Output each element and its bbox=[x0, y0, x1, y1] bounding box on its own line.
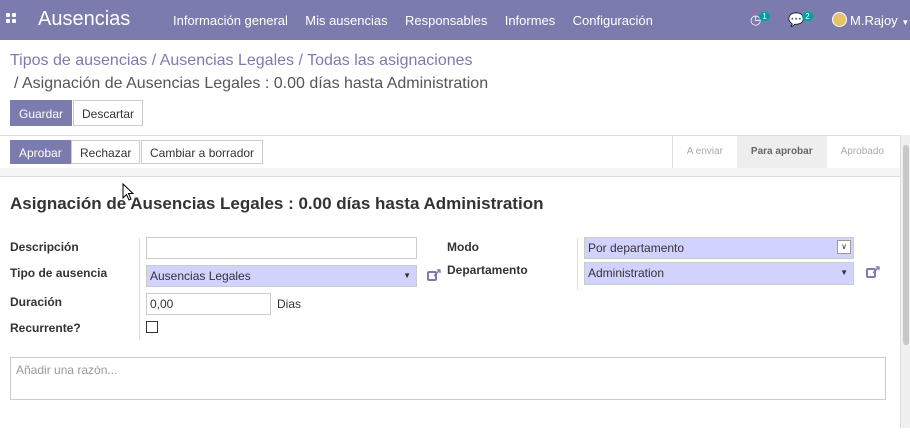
description-label: Descripción bbox=[10, 240, 79, 254]
dropdown-caret-icon: ▼ bbox=[403, 271, 411, 280]
reset-to-draft-button[interactable]: Cambiar a borrador bbox=[141, 140, 264, 164]
stage-to-submit[interactable]: A enviar bbox=[673, 136, 737, 168]
avatar bbox=[832, 12, 847, 27]
messages-button[interactable]: 💬2 bbox=[788, 12, 813, 28]
department-label: Departamento bbox=[447, 263, 528, 277]
menu-item-configuration[interactable]: Configuración bbox=[573, 13, 653, 28]
leave-type-label: Tipo de ausencia bbox=[10, 266, 108, 280]
stage-approved[interactable]: Aprobado bbox=[827, 136, 898, 168]
save-button[interactable]: Guardar bbox=[10, 100, 73, 126]
external-link-icon[interactable]: ↗ bbox=[427, 266, 442, 282]
breadcrumb[interactable]: Tipos de ausencias / Ausencias Legales /… bbox=[10, 52, 473, 70]
leave-type-select[interactable]: Ausencias Legales ▼ bbox=[146, 265, 417, 287]
discard-button[interactable]: Descartar bbox=[73, 100, 144, 126]
user-menu[interactable]: M.Rajoy ▼ bbox=[832, 12, 909, 28]
recurring-checkbox[interactable] bbox=[146, 321, 158, 333]
stage-to-approve[interactable]: Para aprobar bbox=[736, 136, 827, 168]
breadcrumb-current: / Asignación de Ausencias Legales : 0.00… bbox=[14, 75, 489, 92]
mode-label: Modo bbox=[447, 240, 479, 254]
external-link-icon[interactable]: ↗ bbox=[866, 263, 881, 279]
mouse-cursor-icon bbox=[122, 183, 134, 201]
messages-badge: 2 bbox=[802, 12, 813, 21]
mode-value: Por departamento bbox=[588, 241, 685, 255]
department-select[interactable]: Administration ▼ bbox=[584, 262, 854, 285]
description-input[interactable] bbox=[146, 237, 417, 259]
duration-label: Duración bbox=[10, 295, 63, 309]
scrollbar-thumb[interactable] bbox=[903, 145, 909, 345]
recurring-label: Recurrente? bbox=[10, 321, 81, 335]
app-title[interactable]: Ausencias bbox=[38, 8, 130, 31]
department-value: Administration bbox=[588, 266, 665, 280]
status-bar: Aprobar Rechazar Cambiar a borrador A en… bbox=[0, 135, 900, 169]
activity-badge: 1 bbox=[759, 12, 770, 21]
chevron-down-icon: ∨ bbox=[837, 240, 851, 254]
menu-item-managers[interactable]: Responsables bbox=[405, 13, 487, 28]
stage-pipeline: A enviar Para aprobar Aprobado bbox=[671, 136, 898, 168]
approve-button[interactable]: Aprobar bbox=[10, 140, 71, 164]
apps-grid-icon[interactable] bbox=[6, 13, 18, 25]
dropdown-caret-icon: ▼ bbox=[840, 268, 848, 277]
reason-textarea[interactable]: Añadir una razón... bbox=[10, 357, 886, 400]
duration-unit: Dias bbox=[277, 297, 302, 311]
duration-input[interactable]: 0,00 bbox=[146, 293, 271, 315]
menu-item-reports[interactable]: Informes bbox=[505, 13, 556, 28]
record-title: Asignación de Ausencias Legales : 0.00 d… bbox=[10, 194, 544, 213]
activity-button[interactable]: ◷1 bbox=[750, 12, 770, 28]
caret-down-icon: ▼ bbox=[901, 18, 910, 27]
leave-type-value: Ausencias Legales bbox=[150, 269, 251, 283]
top-navbar: Ausencias Información general Mis ausenc… bbox=[0, 0, 910, 40]
main-menu: Información general Mis ausencias Respon… bbox=[173, 13, 667, 28]
mode-select[interactable]: Por departamento ∨ bbox=[584, 237, 854, 259]
scrollbar[interactable] bbox=[900, 135, 910, 428]
label-divider-right bbox=[577, 238, 578, 290]
menu-item-my-leaves[interactable]: Mis ausencias bbox=[305, 13, 387, 28]
refuse-button[interactable]: Rechazar bbox=[71, 140, 141, 164]
menu-item-general[interactable]: Información general bbox=[173, 13, 288, 28]
label-divider bbox=[139, 238, 140, 340]
user-name: M.Rajoy bbox=[850, 13, 898, 28]
